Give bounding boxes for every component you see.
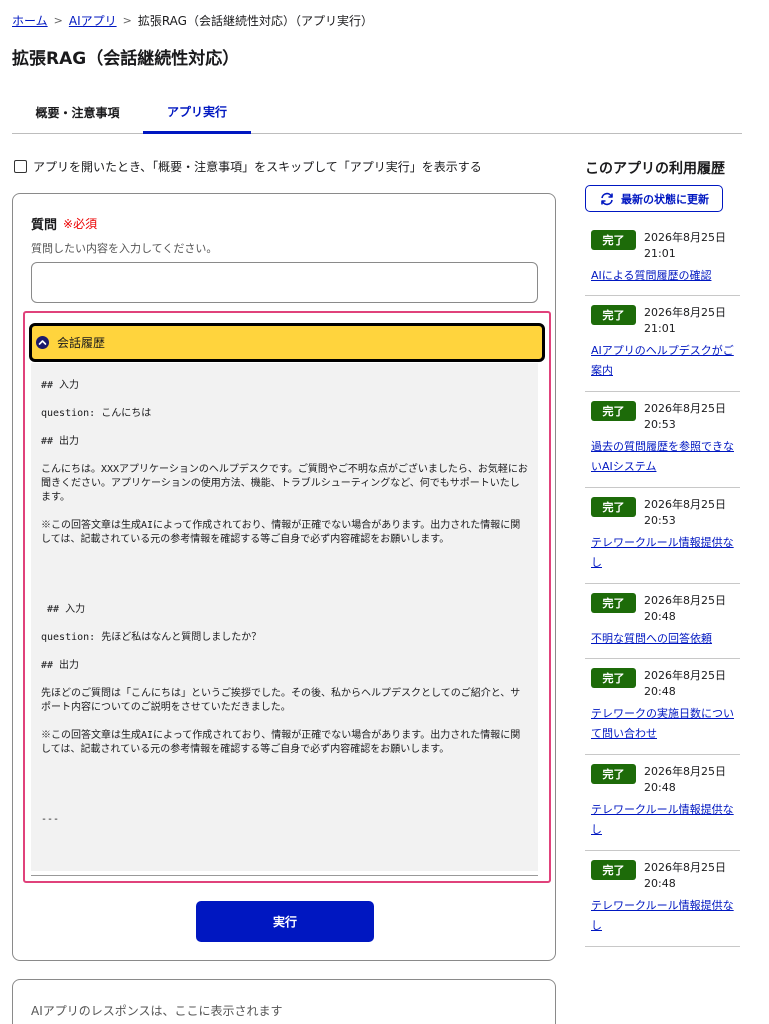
chevron-right-icon: > bbox=[53, 14, 63, 27]
status-badge: 完了 bbox=[591, 497, 636, 517]
history-item: 完了 2026年8月25日 21:01 AIアプリのヘルプデスクがご案内 bbox=[585, 301, 740, 392]
breadcrumb: ホーム > AIアプリ > 拡張RAG（会話継続性対応）（アプリ実行） bbox=[12, 12, 373, 29]
tab-app-run[interactable]: アプリ実行 bbox=[143, 92, 251, 134]
status-badge: 完了 bbox=[591, 305, 636, 325]
tab-bar: 概要・注意事項 アプリ実行 bbox=[12, 92, 742, 134]
required-badge: ※必須 bbox=[63, 217, 98, 231]
history-datetime: 2026年8月25日 21:01 bbox=[644, 230, 740, 262]
run-button[interactable]: 実行 bbox=[196, 901, 374, 942]
history-time: 21:01 bbox=[644, 247, 676, 260]
conversation-history-content[interactable]: ## 入力 question: こんにちは ## 出力 こんにちは。XXXアプリ… bbox=[31, 363, 538, 871]
history-date: 2026年8月25日 bbox=[644, 861, 726, 874]
history-link[interactable]: テレワークルール情報提供なし bbox=[591, 800, 736, 840]
history-datetime: 2026年8月25日 20:48 bbox=[644, 860, 740, 892]
history-link[interactable]: 不明な質問への回答依頼 bbox=[591, 629, 736, 649]
usage-history-title: このアプリの利用履歴 bbox=[585, 161, 725, 177]
question-label: 質問 bbox=[31, 218, 58, 233]
status-badge: 完了 bbox=[591, 593, 636, 613]
response-placeholder: AIアプリのレスポンスは、ここに表示されます bbox=[31, 1004, 283, 1018]
history-item: 完了 2026年8月25日 20:53 過去の質問履歴を参照できないAIシステム bbox=[585, 397, 740, 488]
history-date: 2026年8月25日 bbox=[644, 402, 726, 415]
history-date: 2026年8月25日 bbox=[644, 669, 726, 682]
status-badge: 完了 bbox=[591, 860, 636, 880]
history-date: 2026年8月25日 bbox=[644, 765, 726, 778]
skip-overview-label: アプリを開いたとき、「概要・注意事項」をスキップして「アプリ実行」を表示する bbox=[33, 160, 482, 174]
history-time: 20:48 bbox=[644, 781, 676, 794]
tab-overview[interactable]: 概要・注意事項 bbox=[12, 92, 143, 133]
history-date: 2026年8月25日 bbox=[644, 594, 726, 607]
status-badge: 完了 bbox=[591, 230, 636, 250]
breadcrumb-home-link[interactable]: ホーム bbox=[12, 12, 48, 29]
refresh-button[interactable]: 最新の状態に更新 bbox=[585, 185, 723, 212]
conversation-history-toggle[interactable]: 会話履歴 bbox=[29, 323, 545, 362]
question-hint: 質問したい内容を入力してください。 bbox=[31, 242, 218, 255]
history-date: 2026年8月25日 bbox=[644, 306, 726, 319]
history-datetime: 2026年8月25日 20:53 bbox=[644, 401, 740, 433]
history-item: 完了 2026年8月25日 20:48 テレワークルール情報提供なし bbox=[585, 856, 740, 947]
conversation-history-panel: 会話履歴 ## 入力 question: こんにちは ## 出力 こんにちは。X… bbox=[23, 311, 551, 883]
history-link[interactable]: テレワークの実施日数について問い合わせ bbox=[591, 704, 736, 744]
refresh-label: 最新の状態に更新 bbox=[621, 192, 709, 206]
chevron-right-icon: > bbox=[122, 14, 132, 27]
history-date: 2026年8月25日 bbox=[644, 498, 726, 511]
conversation-history-text: ## 入力 question: こんにちは ## 出力 こんにちは。XXXアプリ… bbox=[41, 380, 528, 825]
history-datetime: 2026年8月25日 20:48 bbox=[644, 764, 740, 796]
question-label-row: 質問 ※必須 bbox=[31, 214, 97, 233]
history-datetime: 2026年8月25日 20:53 bbox=[644, 497, 740, 529]
skip-overview-option[interactable]: アプリを開いたとき、「概要・注意事項」をスキップして「アプリ実行」を表示する bbox=[14, 158, 482, 175]
question-form: 質問 ※必須 質問したい内容を入力してください。 会話履歴 ## 入力 ques… bbox=[12, 193, 556, 961]
refresh-icon bbox=[601, 192, 613, 205]
history-item: 完了 2026年8月25日 20:53 テレワークルール情報提供なし bbox=[585, 493, 740, 584]
status-badge: 完了 bbox=[591, 401, 636, 421]
question-input[interactable] bbox=[31, 262, 538, 303]
status-badge: 完了 bbox=[591, 668, 636, 688]
conversation-history-title: 会話履歴 bbox=[57, 336, 106, 350]
history-link[interactable]: テレワークルール情報提供なし bbox=[591, 896, 736, 936]
history-time: 20:48 bbox=[644, 685, 676, 698]
history-link[interactable]: 過去の質問履歴を参照できないAIシステム bbox=[591, 437, 736, 477]
history-time: 20:53 bbox=[644, 514, 676, 527]
history-item: 完了 2026年8月25日 20:48 テレワークルール情報提供なし bbox=[585, 760, 740, 851]
skip-overview-checkbox[interactable] bbox=[14, 160, 27, 173]
usage-history-sidebar: このアプリの利用履歴 最新の状態に更新 完了 2026年8月25日 21:01 A… bbox=[585, 158, 740, 947]
divider bbox=[31, 875, 538, 876]
history-time: 20:48 bbox=[644, 610, 676, 623]
history-item: 完了 2026年8月25日 20:48 不明な質問への回答依頼 bbox=[585, 589, 740, 659]
history-date: 2026年8月25日 bbox=[644, 231, 726, 244]
chevron-up-circle-icon bbox=[36, 336, 49, 349]
history-datetime: 2026年8月25日 20:48 bbox=[644, 668, 740, 700]
history-time: 20:53 bbox=[644, 418, 676, 431]
breadcrumb-current: 拡張RAG（会話継続性対応）（アプリ実行） bbox=[137, 14, 373, 28]
history-time: 20:48 bbox=[644, 877, 676, 890]
history-datetime: 2026年8月25日 21:01 bbox=[644, 305, 740, 337]
history-item: 完了 2026年8月25日 20:48 テレワークの実施日数について問い合わせ bbox=[585, 664, 740, 755]
history-link[interactable]: AIアプリのヘルプデスクがご案内 bbox=[591, 341, 736, 381]
history-datetime: 2026年8月25日 20:48 bbox=[644, 593, 740, 625]
breadcrumb-ai-apps-link[interactable]: AIアプリ bbox=[69, 12, 117, 29]
page-title: 拡張RAG（会話継続性対応） bbox=[12, 49, 240, 69]
history-link[interactable]: テレワークルール情報提供なし bbox=[591, 533, 736, 573]
history-item: 完了 2026年8月25日 21:01 AIによる質問履歴の確認 bbox=[585, 226, 740, 296]
response-area: AIアプリのレスポンスは、ここに表示されます bbox=[12, 979, 556, 1024]
status-badge: 完了 bbox=[591, 764, 636, 784]
history-time: 21:01 bbox=[644, 322, 676, 335]
history-link[interactable]: AIによる質問履歴の確認 bbox=[591, 266, 736, 286]
